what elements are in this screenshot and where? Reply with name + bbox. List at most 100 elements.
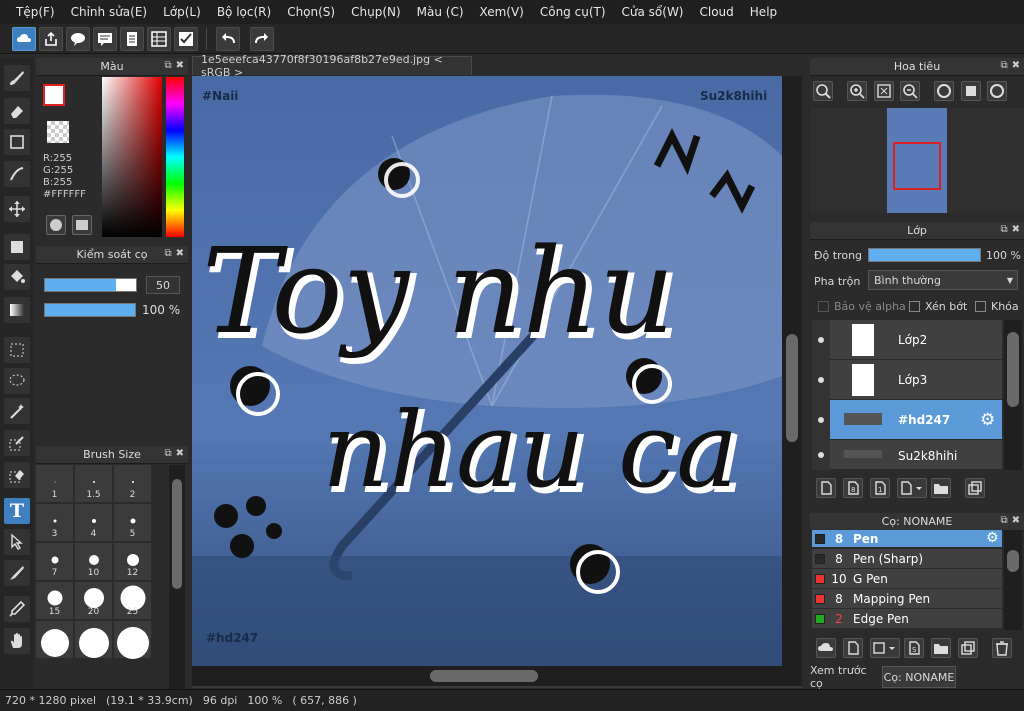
fill-rect-tool[interactable] xyxy=(4,234,30,260)
cloud-brush-button[interactable] xyxy=(816,638,836,658)
gear-icon[interactable]: ⚙ xyxy=(986,530,999,546)
layer-item-selected[interactable]: #hd247 ⚙ xyxy=(812,400,1002,440)
new-layer-1bit-button[interactable]: 1 xyxy=(870,478,890,498)
brush-size-preset[interactable]: 12 xyxy=(114,543,152,581)
gradient-tool[interactable] xyxy=(4,297,30,323)
brush-size-preset[interactable]: 3 xyxy=(36,504,74,542)
menu-cloud[interactable]: Cloud xyxy=(692,5,742,19)
layer-visibility-toggle[interactable] xyxy=(812,440,830,470)
reset-view-button[interactable] xyxy=(961,81,981,101)
tab-brush-list[interactable]: Cọ: NONAME xyxy=(882,666,956,688)
new-brush-button[interactable] xyxy=(843,638,863,658)
tab-brush-preview[interactable]: Xem trước cọ xyxy=(810,664,882,690)
move-tool[interactable] xyxy=(4,196,30,222)
close-panel-icon[interactable]: ✖ xyxy=(1012,60,1020,71)
palette-button[interactable] xyxy=(46,215,66,235)
layer-visibility-toggle[interactable] xyxy=(812,400,830,440)
delete-brush-button[interactable] xyxy=(992,638,1012,658)
magic-wand-tool[interactable] xyxy=(4,398,30,424)
menu-capture[interactable]: Chụp(N) xyxy=(343,5,409,19)
brush-size-preset[interactable]: 15 xyxy=(36,582,74,620)
rotate-right-button[interactable] xyxy=(987,81,1007,101)
undo-button[interactable] xyxy=(216,27,240,51)
brush-item-selected[interactable]: 8 Pen ⚙ xyxy=(812,530,1002,548)
smudge-tool[interactable] xyxy=(4,560,30,586)
lasso-tool[interactable] xyxy=(4,368,30,394)
layer-visibility-toggle[interactable] xyxy=(812,320,830,360)
brush-size-preset[interactable]: 5 xyxy=(114,504,152,542)
brush-size-scrollbar[interactable] xyxy=(169,465,185,689)
brush-list-scrollbar[interactable] xyxy=(1004,530,1022,630)
brush-size-preset[interactable]: 1 xyxy=(36,465,74,503)
foreground-color-swatch[interactable] xyxy=(43,84,65,106)
blend-mode-select[interactable]: Bình thường ▼ xyxy=(868,270,1018,290)
float-panel-icon[interactable]: ⧉ xyxy=(1000,224,1007,235)
menu-select[interactable]: Chọn(S) xyxy=(279,5,343,19)
layer-item[interactable]: Lớp3 xyxy=(812,360,1002,400)
zoom-search-button[interactable] xyxy=(813,81,833,101)
layer-item[interactable]: Lớp2 xyxy=(812,320,1002,360)
brush-size-preset[interactable]: 10 xyxy=(75,543,113,581)
lock-checkbox[interactable] xyxy=(975,301,986,312)
navigator-preview[interactable] xyxy=(810,108,1024,213)
checklist-button[interactable] xyxy=(174,27,198,51)
float-panel-icon[interactable]: ⧉ xyxy=(1000,515,1007,526)
brush-type-dropdown[interactable] xyxy=(870,638,900,658)
text-tool[interactable]: T xyxy=(4,498,30,524)
duplicate-layer-button[interactable] xyxy=(965,478,985,498)
canvas-vertical-scrollbar[interactable] xyxy=(782,76,802,666)
brush-size-preset[interactable]: 4 xyxy=(75,504,113,542)
close-panel-icon[interactable]: ✖ xyxy=(1012,515,1020,526)
operation-tool[interactable] xyxy=(4,529,30,555)
layer-item[interactable]: Su2k8hihi xyxy=(812,440,1002,470)
fit-view-button[interactable] xyxy=(874,81,894,101)
brush-size-preset[interactable]: 7 xyxy=(36,543,74,581)
protect-alpha-checkbox[interactable] xyxy=(818,301,829,312)
brush-size-value[interactable]: 50 xyxy=(146,276,180,294)
float-panel-icon[interactable]: ⧉ xyxy=(164,448,171,459)
brush-size-preset[interactable] xyxy=(36,621,74,659)
float-panel-icon[interactable]: ⧉ xyxy=(1000,60,1007,71)
layer-scrollbar[interactable] xyxy=(1004,320,1022,470)
brush-item[interactable]: 8 Pen (Sharp) xyxy=(812,549,1002,569)
brush-script-button[interactable]: S xyxy=(904,638,924,658)
menu-view[interactable]: Xem(V) xyxy=(472,5,532,19)
hue-slider[interactable] xyxy=(166,77,184,237)
eyedropper-tool[interactable] xyxy=(4,596,30,622)
menu-tools[interactable]: Công cụ(T) xyxy=(532,5,614,19)
brush-size-preset[interactable]: 1.5 xyxy=(75,465,113,503)
brush-size-preset[interactable] xyxy=(75,621,113,659)
brush-size-preset[interactable] xyxy=(114,621,152,659)
color-set-button[interactable] xyxy=(72,215,92,235)
cloud-sync-button[interactable] xyxy=(12,27,36,51)
select-pen-tool[interactable] xyxy=(4,430,30,456)
menu-color[interactable]: Màu (C) xyxy=(409,5,472,19)
select-eraser-tool[interactable] xyxy=(4,462,30,488)
canvas-horizontal-scrollbar[interactable] xyxy=(192,666,802,686)
clipping-checkbox[interactable] xyxy=(909,301,920,312)
zoom-in-button[interactable] xyxy=(847,81,867,101)
float-panel-icon[interactable]: ⧉ xyxy=(164,60,171,71)
brush-size-preset[interactable]: 20 xyxy=(75,582,113,620)
menu-window[interactable]: Cửa sổ(W) xyxy=(614,5,692,19)
correction-pen-tool[interactable] xyxy=(4,161,30,187)
duplicate-brush-button[interactable] xyxy=(958,638,978,658)
brush-item[interactable]: 8 Mapping Pen xyxy=(812,589,1002,609)
close-panel-icon[interactable]: ✖ xyxy=(1012,224,1020,235)
artwork-canvas[interactable]: #Naii Su2k8hihi #hd247 Toy nhu Toy nhu n… xyxy=(192,76,782,666)
select-rect-tool[interactable] xyxy=(4,337,30,363)
redo-button[interactable] xyxy=(250,27,274,51)
add-special-layer-button[interactable] xyxy=(897,478,927,498)
eraser-tool[interactable] xyxy=(4,98,30,124)
layer-visibility-toggle[interactable] xyxy=(812,360,830,400)
hand-tool[interactable] xyxy=(4,628,30,654)
export-button[interactable] xyxy=(39,27,63,51)
bucket-tool[interactable] xyxy=(4,264,30,290)
new-layer-button[interactable] xyxy=(816,478,836,498)
menu-edit[interactable]: Chỉnh sửa(E) xyxy=(63,5,156,19)
panel-layout-button[interactable] xyxy=(147,27,171,51)
brush-item[interactable]: 10 G Pen xyxy=(812,569,1002,589)
canvas-area[interactable]: #Naii Su2k8hihi #hd247 Toy nhu Toy nhu n… xyxy=(192,76,802,688)
rotate-left-button[interactable] xyxy=(934,81,954,101)
menu-file[interactable]: Tệp(F) xyxy=(8,5,63,19)
